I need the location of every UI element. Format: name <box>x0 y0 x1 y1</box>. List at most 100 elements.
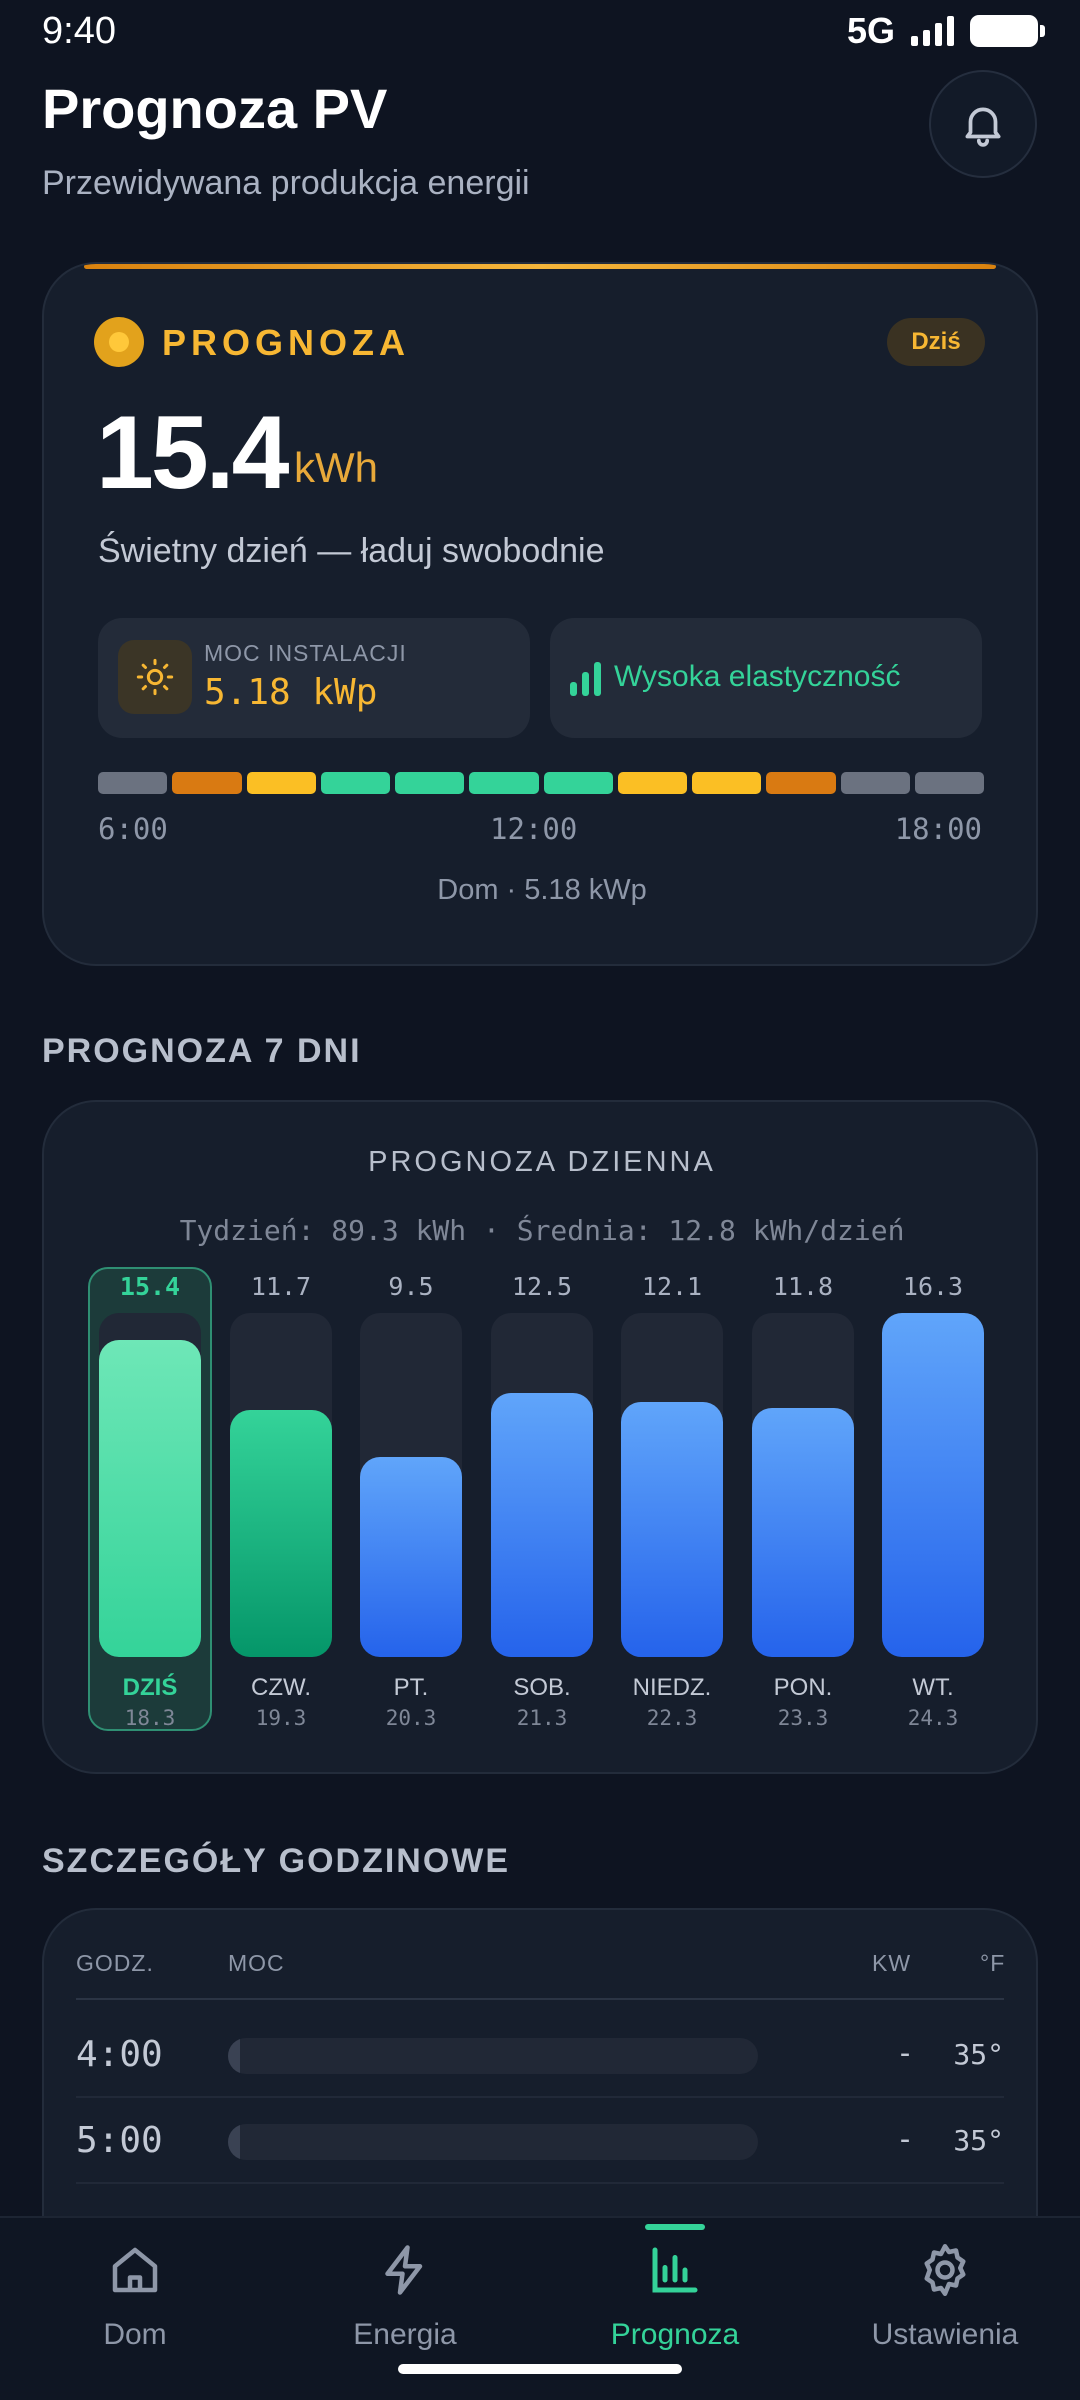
bolt-icon <box>385 2245 423 2295</box>
hourly-timeline <box>98 772 984 794</box>
forecast-tagline: Świetny dzień — ładuj swobodnie <box>98 532 605 570</box>
bar-date-label: 23.3 <box>777 1706 829 1730</box>
timeline-start-label: 6:00 <box>98 812 168 846</box>
row-time: 4:00 <box>76 2034 163 2075</box>
flexibility-box: Wysoka elastyczność <box>550 618 982 738</box>
bar-value-label: 16.3 <box>902 1272 964 1301</box>
today-badge[interactable]: Dziś <box>887 318 985 366</box>
bar[interactable] <box>491 1393 593 1657</box>
bar[interactable] <box>99 1340 201 1657</box>
timeline-segment <box>840 772 910 794</box>
nav-settings[interactable]: Ustawienia <box>810 2218 1080 2400</box>
timeline-segment <box>543 772 613 794</box>
signal-icon <box>911 16 954 46</box>
flexibility-label: Wysoka elastyczność <box>614 660 901 693</box>
bar-day-label: PT. <box>393 1674 429 1701</box>
installation-value: 5.18 kWp <box>204 672 378 713</box>
bar-date-label: 21.3 <box>516 1706 568 1730</box>
bar-chart: 15.4 DZIŚ 18.3 11.7 CZW. 19.3 9.5 PT. 20.3 12.5 SO… <box>44 1102 1036 1772</box>
status-time: 9:40 <box>42 10 116 52</box>
timeline-end-label: 18:00 <box>894 812 982 846</box>
row-temp: 35° <box>953 2038 1004 2071</box>
table-row[interactable]: 4:00 - 35° <box>76 2012 1004 2098</box>
row-kw: - <box>896 2122 915 2157</box>
timeline-mid-label: 12:00 <box>490 812 578 846</box>
bar-day-label: NIEDZ. <box>632 1674 712 1701</box>
row-temp: 35° <box>953 2124 1004 2157</box>
bar-value-label: 15.4 <box>119 1272 181 1301</box>
network-type: 5G <box>846 10 895 51</box>
timeline-segment <box>395 772 465 794</box>
home-indicator[interactable] <box>398 2364 682 2374</box>
nav-energy-label: Energia <box>353 2318 457 2351</box>
timeline-segment <box>320 772 390 794</box>
nav-settings-label: Ustawienia <box>871 2318 1019 2351</box>
col-hour: GODZ. <box>76 1950 154 1976</box>
notifications-button[interactable] <box>929 70 1037 178</box>
bar-day-label: DZIŚ <box>122 1674 178 1701</box>
timeline-segment <box>692 772 762 794</box>
timeline-segment <box>469 772 539 794</box>
timeline-segment <box>617 772 687 794</box>
row-kw: - <box>896 2036 915 2071</box>
forecast-label: PROGNOZA <box>162 322 411 363</box>
bar[interactable] <box>230 1410 332 1657</box>
bar[interactable] <box>621 1402 723 1657</box>
timeline-segment <box>98 772 168 794</box>
forecast-card: PROGNOZA Dziś 15.4 kWh Świetny dzień — ł… <box>42 262 1038 966</box>
bar-day-label: CZW. <box>251 1674 311 1701</box>
row-time: 5:00 <box>76 2120 163 2161</box>
hourly-section-title: SZCZEGÓŁY GODZINOWE <box>42 1842 511 1880</box>
sun-dot-icon <box>94 317 144 367</box>
installation-power-box: MOC INSTALACJI 5.18 kWp <box>98 618 530 738</box>
timeline-segment <box>246 772 316 794</box>
bar-date-label: 20.3 <box>385 1706 437 1730</box>
col-power: MOC <box>228 1950 285 1976</box>
nav-home[interactable]: Dom <box>0 2218 270 2400</box>
bar-value-label: 11.7 <box>250 1272 312 1301</box>
timeline-segment <box>766 772 836 794</box>
bar-day-label: SOB. <box>513 1674 571 1701</box>
gear-icon <box>924 2244 966 2296</box>
status-bar: 9:40 5G <box>0 0 1080 62</box>
page-title: Prognoza PV <box>42 77 388 140</box>
nav-forecast-label: Prognoza <box>610 2318 740 2351</box>
nav-home-label: Dom <box>103 2318 167 2351</box>
sun-icon <box>118 640 192 714</box>
power-bar <box>228 2038 758 2074</box>
battery-icon <box>970 15 1045 47</box>
forecast-unit: kWh <box>294 444 378 491</box>
home-icon <box>112 2247 158 2293</box>
bar-value-label: 12.5 <box>511 1272 573 1301</box>
bar-value-label: 11.8 <box>772 1272 834 1301</box>
active-indicator <box>645 2224 705 2230</box>
col-temp: °F <box>980 1950 1006 1976</box>
chart-icon <box>652 2247 698 2293</box>
status-indicators: 5G <box>846 10 1045 52</box>
timeline-segment <box>172 772 242 794</box>
bar-day-label: PON. <box>773 1674 833 1701</box>
table-row[interactable]: 5:00 - 35° <box>76 2098 1004 2184</box>
installation-footer: Dom · 5.18 kWp <box>437 874 647 906</box>
installation-label: MOC INSTALACJI <box>204 640 407 666</box>
bar-day-label: WT. <box>912 1674 954 1701</box>
bell-icon <box>965 107 1001 147</box>
bar-date-label: 19.3 <box>255 1706 307 1730</box>
bar-date-label: 18.3 <box>124 1706 176 1730</box>
signal-bars-icon <box>570 660 601 696</box>
page-subtitle: Przewidywana produkcja energii <box>42 164 530 202</box>
bar-date-label: 24.3 <box>907 1706 959 1730</box>
bar-value-label: 9.5 <box>388 1272 434 1301</box>
bar-date-label: 22.3 <box>646 1706 698 1730</box>
power-bar <box>228 2124 758 2160</box>
forecast-value: 15.4 <box>96 395 289 511</box>
header-divider <box>76 1998 1004 2000</box>
week-section-title: PROGNOZA 7 DNI <box>42 1032 362 1070</box>
bar[interactable] <box>752 1408 854 1657</box>
bar[interactable] <box>360 1457 462 1657</box>
col-kw: KW <box>872 1950 912 1976</box>
bar-value-label: 12.1 <box>641 1272 703 1301</box>
week-chart-card: PROGNOZA DZIENNA Tydzień: 89.3 kWh · Śre… <box>42 1100 1038 1774</box>
timeline-segment <box>914 772 984 794</box>
bar[interactable] <box>882 1313 984 1657</box>
